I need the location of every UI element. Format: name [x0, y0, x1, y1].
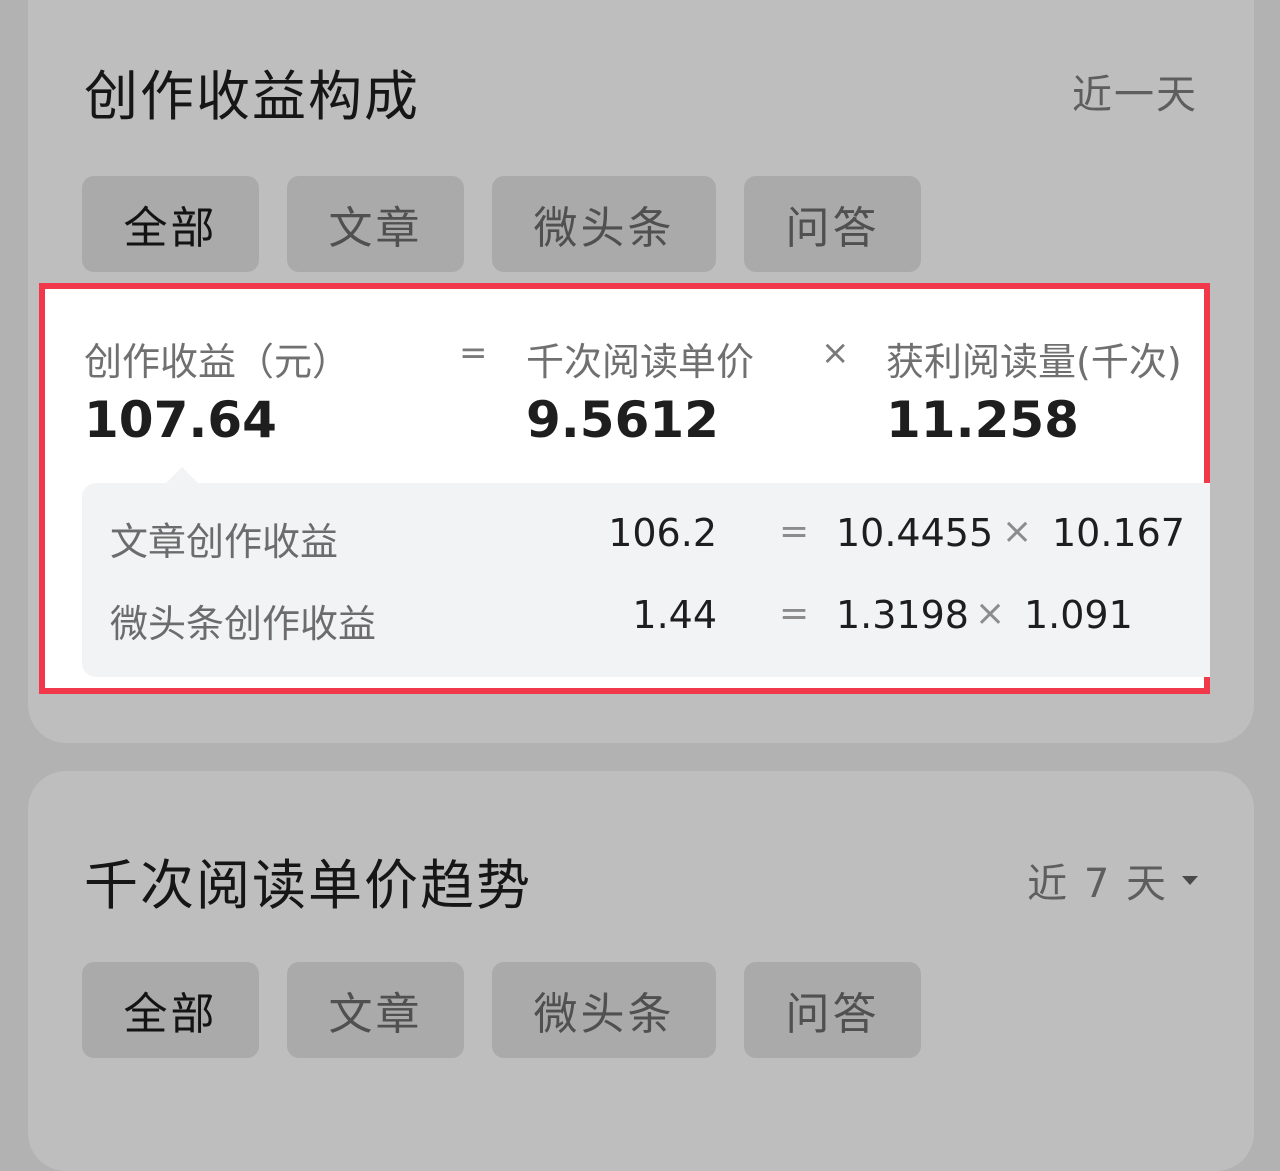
profitable-reads-label: 获利阅读量(千次): [886, 340, 1182, 384]
composition-tabs: 全部 文章 微头条 问答: [82, 176, 921, 272]
profitable-reads-value: 11.258: [886, 391, 1079, 449]
composition-range-selector[interactable]: 近一天: [1072, 62, 1198, 120]
equals-sign: =: [779, 593, 810, 634]
breakdown-reads: 10.167: [1052, 511, 1185, 555]
income-formula-panel: 创作收益（元） 107.64 = 千次阅读单价 9.5612 × 获利阅读量(千…: [39, 283, 1210, 694]
breakdown-reads: 1.091: [1024, 593, 1133, 637]
breakdown-row-label: 微头条创作收益: [110, 602, 377, 646]
caret-down-icon: [1182, 875, 1198, 885]
tab-qa[interactable]: 问答: [744, 176, 921, 272]
income-breakdown-list: 文章创作收益 106.2 = 10.4455 × 10.167 微头条创作收益 …: [82, 467, 1210, 677]
equals-sign: =: [459, 333, 488, 373]
trend-range-selector[interactable]: 近 7 天: [1027, 851, 1198, 909]
breakdown-row-label: 文章创作收益: [110, 520, 339, 564]
breakdown-income: 1.44: [632, 593, 717, 637]
unit-price-trend-card: 千次阅读单价趋势 近 7 天 全部 文章 微头条 问答: [28, 771, 1254, 1171]
multiply-sign: ×: [821, 333, 850, 373]
income-composition-title: 创作收益构成: [84, 65, 420, 128]
tab-all[interactable]: 全部: [82, 176, 259, 272]
tab-article[interactable]: 文章: [287, 176, 464, 272]
breakdown-income: 106.2: [608, 511, 717, 555]
unit-price-trend-title: 千次阅读单价趋势: [84, 854, 532, 917]
tab-micro-post[interactable]: 微头条: [492, 962, 716, 1058]
unit-price-label: 千次阅读单价: [526, 340, 755, 384]
total-income-value: 107.64: [84, 391, 277, 449]
total-income-label: 创作收益（元）: [84, 340, 351, 384]
detail-pointer: [166, 467, 198, 483]
multiply-sign: ×: [975, 593, 1006, 634]
tab-all[interactable]: 全部: [82, 962, 259, 1058]
tab-qa[interactable]: 问答: [744, 962, 921, 1058]
breakdown-unit-price: 10.4455: [836, 511, 994, 555]
unit-price-value: 9.5612: [526, 391, 719, 449]
equals-sign: =: [779, 511, 810, 552]
trend-tabs: 全部 文章 微头条 问答: [82, 962, 921, 1058]
tab-article[interactable]: 文章: [287, 962, 464, 1058]
multiply-sign: ×: [1002, 511, 1033, 552]
tab-micro-post[interactable]: 微头条: [492, 176, 716, 272]
trend-range-label: 近 7 天: [1027, 861, 1168, 907]
